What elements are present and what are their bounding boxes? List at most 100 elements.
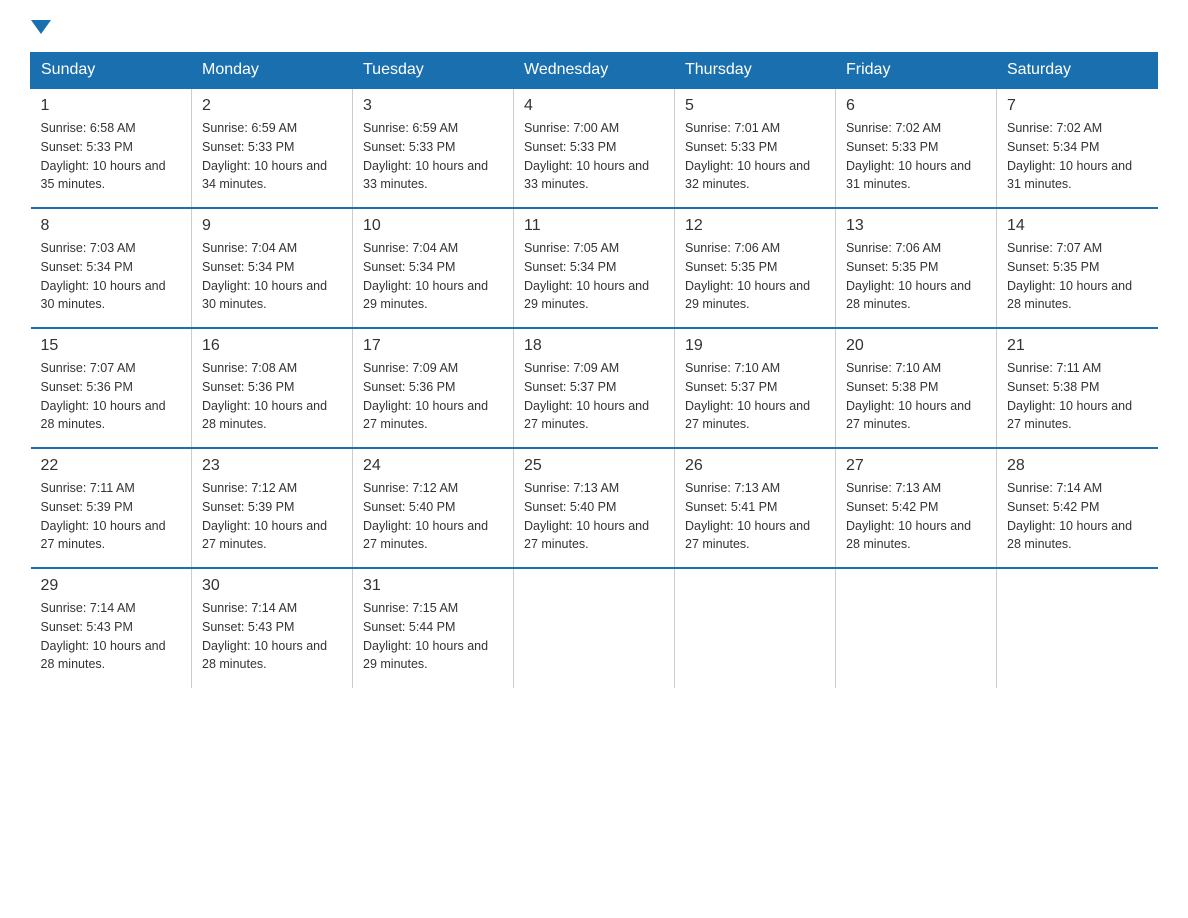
day-number: 7: [1007, 97, 1148, 115]
day-info: Sunrise: 7:10 AM Sunset: 5:37 PM Dayligh…: [685, 359, 825, 434]
day-info: Sunrise: 6:59 AM Sunset: 5:33 PM Dayligh…: [363, 119, 503, 194]
day-cell: 4 Sunrise: 7:00 AM Sunset: 5:33 PM Dayli…: [514, 88, 675, 208]
day-cell: [997, 568, 1158, 688]
day-number: 25: [524, 457, 664, 475]
day-cell: 5 Sunrise: 7:01 AM Sunset: 5:33 PM Dayli…: [675, 88, 836, 208]
day-info: Sunrise: 7:14 AM Sunset: 5:42 PM Dayligh…: [1007, 479, 1148, 554]
day-info: Sunrise: 7:11 AM Sunset: 5:38 PM Dayligh…: [1007, 359, 1148, 434]
day-info: Sunrise: 7:11 AM Sunset: 5:39 PM Dayligh…: [41, 479, 182, 554]
day-number: 10: [363, 217, 503, 235]
header-day-monday: Monday: [192, 53, 353, 89]
day-info: Sunrise: 7:02 AM Sunset: 5:33 PM Dayligh…: [846, 119, 986, 194]
day-cell: 13 Sunrise: 7:06 AM Sunset: 5:35 PM Dayl…: [836, 208, 997, 328]
day-cell: 31 Sunrise: 7:15 AM Sunset: 5:44 PM Dayl…: [353, 568, 514, 688]
day-info: Sunrise: 7:12 AM Sunset: 5:40 PM Dayligh…: [363, 479, 503, 554]
day-info: Sunrise: 6:58 AM Sunset: 5:33 PM Dayligh…: [41, 119, 182, 194]
day-info: Sunrise: 7:04 AM Sunset: 5:34 PM Dayligh…: [202, 239, 342, 314]
header-day-tuesday: Tuesday: [353, 53, 514, 89]
day-number: 29: [41, 577, 182, 595]
day-cell: 19 Sunrise: 7:10 AM Sunset: 5:37 PM Dayl…: [675, 328, 836, 448]
day-number: 13: [846, 217, 986, 235]
page-header: [30, 20, 1158, 32]
day-number: 20: [846, 337, 986, 355]
day-number: 27: [846, 457, 986, 475]
day-cell: 20 Sunrise: 7:10 AM Sunset: 5:38 PM Dayl…: [836, 328, 997, 448]
day-cell: 9 Sunrise: 7:04 AM Sunset: 5:34 PM Dayli…: [192, 208, 353, 328]
day-cell: 11 Sunrise: 7:05 AM Sunset: 5:34 PM Dayl…: [514, 208, 675, 328]
day-cell: 7 Sunrise: 7:02 AM Sunset: 5:34 PM Dayli…: [997, 88, 1158, 208]
logo-icon: [30, 20, 51, 32]
header-day-sunday: Sunday: [31, 53, 192, 89]
week-row-5: 29 Sunrise: 7:14 AM Sunset: 5:43 PM Dayl…: [31, 568, 1158, 688]
day-info: Sunrise: 7:06 AM Sunset: 5:35 PM Dayligh…: [685, 239, 825, 314]
day-number: 16: [202, 337, 342, 355]
day-cell: 8 Sunrise: 7:03 AM Sunset: 5:34 PM Dayli…: [31, 208, 192, 328]
day-number: 3: [363, 97, 503, 115]
day-cell: 16 Sunrise: 7:08 AM Sunset: 5:36 PM Dayl…: [192, 328, 353, 448]
day-cell: [836, 568, 997, 688]
day-info: Sunrise: 7:14 AM Sunset: 5:43 PM Dayligh…: [202, 599, 342, 674]
day-number: 21: [1007, 337, 1148, 355]
day-cell: 29 Sunrise: 7:14 AM Sunset: 5:43 PM Dayl…: [31, 568, 192, 688]
day-info: Sunrise: 7:03 AM Sunset: 5:34 PM Dayligh…: [41, 239, 182, 314]
day-number: 12: [685, 217, 825, 235]
day-number: 19: [685, 337, 825, 355]
day-number: 30: [202, 577, 342, 595]
day-info: Sunrise: 7:04 AM Sunset: 5:34 PM Dayligh…: [363, 239, 503, 314]
day-number: 24: [363, 457, 503, 475]
day-info: Sunrise: 7:13 AM Sunset: 5:41 PM Dayligh…: [685, 479, 825, 554]
day-cell: 14 Sunrise: 7:07 AM Sunset: 5:35 PM Dayl…: [997, 208, 1158, 328]
header-day-saturday: Saturday: [997, 53, 1158, 89]
day-info: Sunrise: 7:07 AM Sunset: 5:36 PM Dayligh…: [41, 359, 182, 434]
day-info: Sunrise: 7:00 AM Sunset: 5:33 PM Dayligh…: [524, 119, 664, 194]
day-info: Sunrise: 6:59 AM Sunset: 5:33 PM Dayligh…: [202, 119, 342, 194]
day-info: Sunrise: 7:13 AM Sunset: 5:42 PM Dayligh…: [846, 479, 986, 554]
day-cell: 27 Sunrise: 7:13 AM Sunset: 5:42 PM Dayl…: [836, 448, 997, 568]
day-info: Sunrise: 7:05 AM Sunset: 5:34 PM Dayligh…: [524, 239, 664, 314]
day-cell: 26 Sunrise: 7:13 AM Sunset: 5:41 PM Dayl…: [675, 448, 836, 568]
day-number: 9: [202, 217, 342, 235]
day-number: 1: [41, 97, 182, 115]
logo: [30, 20, 51, 32]
day-cell: 17 Sunrise: 7:09 AM Sunset: 5:36 PM Dayl…: [353, 328, 514, 448]
day-number: 5: [685, 97, 825, 115]
day-info: Sunrise: 7:14 AM Sunset: 5:43 PM Dayligh…: [41, 599, 182, 674]
day-cell: 30 Sunrise: 7:14 AM Sunset: 5:43 PM Dayl…: [192, 568, 353, 688]
day-cell: [675, 568, 836, 688]
day-cell: 24 Sunrise: 7:12 AM Sunset: 5:40 PM Dayl…: [353, 448, 514, 568]
week-row-1: 1 Sunrise: 6:58 AM Sunset: 5:33 PM Dayli…: [31, 88, 1158, 208]
day-number: 2: [202, 97, 342, 115]
day-cell: 12 Sunrise: 7:06 AM Sunset: 5:35 PM Dayl…: [675, 208, 836, 328]
day-info: Sunrise: 7:10 AM Sunset: 5:38 PM Dayligh…: [846, 359, 986, 434]
day-number: 23: [202, 457, 342, 475]
day-number: 14: [1007, 217, 1148, 235]
day-info: Sunrise: 7:01 AM Sunset: 5:33 PM Dayligh…: [685, 119, 825, 194]
day-info: Sunrise: 7:09 AM Sunset: 5:36 PM Dayligh…: [363, 359, 503, 434]
day-number: 15: [41, 337, 182, 355]
day-cell: 18 Sunrise: 7:09 AM Sunset: 5:37 PM Dayl…: [514, 328, 675, 448]
day-cell: 21 Sunrise: 7:11 AM Sunset: 5:38 PM Dayl…: [997, 328, 1158, 448]
day-number: 4: [524, 97, 664, 115]
day-cell: 10 Sunrise: 7:04 AM Sunset: 5:34 PM Dayl…: [353, 208, 514, 328]
day-info: Sunrise: 7:12 AM Sunset: 5:39 PM Dayligh…: [202, 479, 342, 554]
day-cell: 23 Sunrise: 7:12 AM Sunset: 5:39 PM Dayl…: [192, 448, 353, 568]
day-cell: 25 Sunrise: 7:13 AM Sunset: 5:40 PM Dayl…: [514, 448, 675, 568]
day-cell: 3 Sunrise: 6:59 AM Sunset: 5:33 PM Dayli…: [353, 88, 514, 208]
day-cell: 2 Sunrise: 6:59 AM Sunset: 5:33 PM Dayli…: [192, 88, 353, 208]
day-cell: 1 Sunrise: 6:58 AM Sunset: 5:33 PM Dayli…: [31, 88, 192, 208]
day-number: 8: [41, 217, 182, 235]
week-row-4: 22 Sunrise: 7:11 AM Sunset: 5:39 PM Dayl…: [31, 448, 1158, 568]
header-day-wednesday: Wednesday: [514, 53, 675, 89]
day-cell: 22 Sunrise: 7:11 AM Sunset: 5:39 PM Dayl…: [31, 448, 192, 568]
day-info: Sunrise: 7:09 AM Sunset: 5:37 PM Dayligh…: [524, 359, 664, 434]
week-row-3: 15 Sunrise: 7:07 AM Sunset: 5:36 PM Dayl…: [31, 328, 1158, 448]
day-number: 17: [363, 337, 503, 355]
day-info: Sunrise: 7:08 AM Sunset: 5:36 PM Dayligh…: [202, 359, 342, 434]
day-number: 6: [846, 97, 986, 115]
day-number: 26: [685, 457, 825, 475]
header-day-friday: Friday: [836, 53, 997, 89]
day-info: Sunrise: 7:13 AM Sunset: 5:40 PM Dayligh…: [524, 479, 664, 554]
day-info: Sunrise: 7:07 AM Sunset: 5:35 PM Dayligh…: [1007, 239, 1148, 314]
day-info: Sunrise: 7:02 AM Sunset: 5:34 PM Dayligh…: [1007, 119, 1148, 194]
week-row-2: 8 Sunrise: 7:03 AM Sunset: 5:34 PM Dayli…: [31, 208, 1158, 328]
